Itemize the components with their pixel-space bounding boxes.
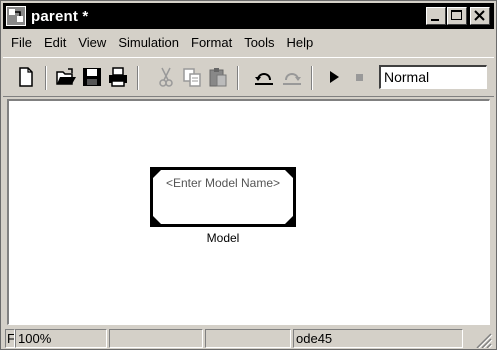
title-bar[interactable]: parent * xyxy=(3,3,494,29)
save-icon xyxy=(83,68,101,86)
copy-button[interactable] xyxy=(181,66,203,88)
simulation-mode-input[interactable]: Normal xyxy=(379,65,487,89)
print-icon xyxy=(109,67,127,87)
model-canvas[interactable]: <Enter Model Name> Model xyxy=(7,99,490,325)
status-field-left: F xyxy=(5,329,15,348)
new-model-button[interactable] xyxy=(15,66,37,88)
simulink-app-icon[interactable] xyxy=(5,5,27,27)
menu-format[interactable]: Format xyxy=(185,35,238,50)
open-icon xyxy=(56,68,76,85)
close-button[interactable] xyxy=(470,7,490,25)
redo-button[interactable] xyxy=(281,66,303,88)
paste-button[interactable] xyxy=(207,66,229,88)
save-model-button[interactable] xyxy=(81,66,103,88)
toolbar-separator xyxy=(237,66,239,90)
block-corner-marks xyxy=(153,170,293,224)
status-field-empty xyxy=(109,329,203,348)
menu-bar: File Edit View Simulation Format Tools H… xyxy=(3,31,494,53)
status-bar: F 100% ode45 xyxy=(3,327,494,349)
menu-tools[interactable]: Tools xyxy=(238,35,280,50)
undo-button[interactable] xyxy=(253,66,275,88)
model-window: parent * File Edit View Simulation Forma… xyxy=(0,0,497,350)
maximize-button[interactable] xyxy=(447,7,467,25)
close-icon xyxy=(474,10,485,21)
cut-icon xyxy=(159,67,173,87)
toolbar-separator xyxy=(311,66,313,90)
menu-file[interactable]: File xyxy=(3,35,38,50)
window-title: parent * xyxy=(31,7,89,25)
redo-icon xyxy=(283,73,301,85)
print-model-button[interactable] xyxy=(107,66,129,88)
new-icon xyxy=(19,67,33,87)
status-solver: ode45 xyxy=(293,329,463,348)
status-zoom: 100% xyxy=(15,329,107,348)
resize-grip[interactable] xyxy=(465,329,493,348)
paste-icon xyxy=(209,68,227,87)
menu-help[interactable]: Help xyxy=(281,35,320,50)
start-simulation-icon xyxy=(330,71,339,83)
start-simulation-button[interactable] xyxy=(323,66,345,88)
toolbar-separator xyxy=(137,66,139,90)
stop-simulation-button[interactable] xyxy=(349,66,371,88)
undo-icon xyxy=(255,73,273,85)
minimize-icon xyxy=(431,19,439,21)
stop-simulation-icon xyxy=(356,74,363,81)
model-reference-block[interactable]: <Enter Model Name> xyxy=(150,167,296,227)
minimize-button[interactable] xyxy=(426,7,446,25)
copy-icon xyxy=(183,68,201,87)
open-model-button[interactable] xyxy=(55,66,77,88)
block-name-label[interactable]: Model xyxy=(150,231,296,245)
toolbar-separator xyxy=(45,66,47,90)
resize-grip-icon xyxy=(476,333,493,348)
toolbar: Normal xyxy=(3,57,494,97)
status-field-empty xyxy=(205,329,291,348)
cut-button[interactable] xyxy=(155,66,177,88)
maximize-icon xyxy=(451,10,462,20)
menu-simulation[interactable]: Simulation xyxy=(112,35,185,50)
menu-view[interactable]: View xyxy=(72,35,112,50)
menu-edit[interactable]: Edit xyxy=(38,35,72,50)
